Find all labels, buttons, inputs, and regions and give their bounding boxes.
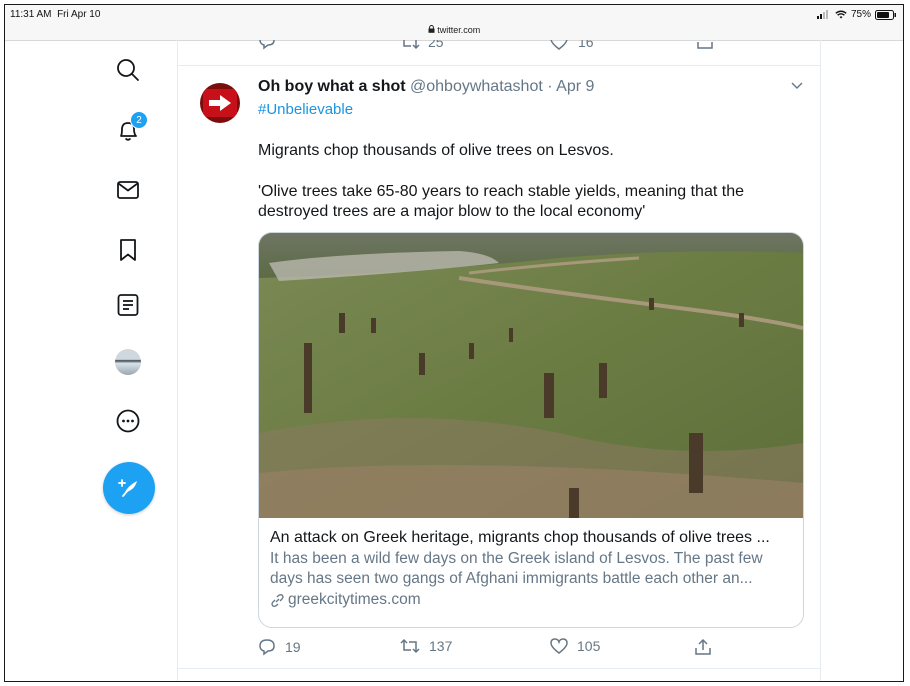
card-description: It has been a wild few days on the Greek… <box>270 549 794 589</box>
battery-icon <box>875 9 896 20</box>
timeline-column: 25 16 Oh boy what a shot @ohboywhatashot… <box>177 40 821 681</box>
wifi-icon <box>835 10 847 19</box>
retweet-button[interactable]: 137 <box>400 638 452 654</box>
link-card[interactable]: An attack on Greek heritage, migrants ch… <box>258 232 804 628</box>
user-handle[interactable]: @ohboywhatashot <box>410 78 543 95</box>
tweet-author-avatar[interactable] <box>200 83 240 123</box>
card-domain-text: greekcitytimes.com <box>288 591 421 608</box>
device-frame: 11:31 AM Fri Apr 10 75% twitter.com 2 25… <box>4 4 904 682</box>
status-time: 11:31 AM Fri Apr 10 <box>10 9 100 20</box>
more-icon[interactable] <box>115 408 141 434</box>
profile-avatar[interactable] <box>115 349 141 375</box>
url-text: twitter.com <box>437 25 481 35</box>
status-indicators: 75% <box>816 9 897 20</box>
separator-dot: · <box>547 78 553 95</box>
status-date: Fri Apr 10 <box>57 9 101 20</box>
tweet-text-line1: Migrants chop thousands of olive trees o… <box>258 142 614 159</box>
url-bar[interactable]: twitter.com <box>5 23 903 41</box>
lists-icon[interactable] <box>115 292 141 318</box>
divider <box>178 65 820 66</box>
retweet-icon <box>403 40 420 50</box>
lock-icon <box>428 25 435 33</box>
hashtag-link[interactable]: #Unbelievable <box>258 101 353 118</box>
reply-icon[interactable] <box>258 40 276 55</box>
heart-icon <box>550 40 568 50</box>
card-title: An attack on Greek heritage, migrants ch… <box>270 529 770 546</box>
card-text: An attack on Greek heritage, migrants ch… <box>270 529 794 609</box>
like-button[interactable]: 105 <box>550 638 600 654</box>
share-button[interactable] <box>694 638 712 656</box>
notification-badge: 2 <box>130 111 148 129</box>
display-name[interactable]: Oh boy what a shot <box>258 78 406 95</box>
battery-percent: 75% <box>850 9 871 20</box>
heart-icon <box>550 638 568 654</box>
share-icon[interactable] <box>696 40 714 55</box>
card-domain: greekcitytimes.com <box>270 591 794 609</box>
clock: 11:31 AM <box>10 9 52 20</box>
tweet-header: Oh boy what a shot @ohboywhatashot · Apr… <box>258 78 594 96</box>
arrow-icon <box>209 95 231 111</box>
like-count: 16 <box>578 40 594 50</box>
messages-icon[interactable] <box>115 177 141 203</box>
divider <box>178 668 820 669</box>
retweet-button-prev[interactable]: 25 <box>400 40 444 50</box>
avatar <box>115 349 141 375</box>
bookmarks-icon[interactable] <box>115 237 141 263</box>
like-count: 105 <box>577 638 601 654</box>
notifications-icon[interactable]: 2 <box>115 111 148 143</box>
tweet-date[interactable]: Apr 9 <box>556 78 594 95</box>
retweet-icon <box>400 638 420 654</box>
retweet-count: 137 <box>429 638 453 654</box>
share-icon <box>695 638 711 655</box>
previous-tweet-actions: 25 16 <box>178 40 820 60</box>
chevron-down-icon[interactable] <box>790 78 804 92</box>
compose-feather-icon <box>118 479 137 497</box>
compose-tweet-button[interactable] <box>103 462 155 514</box>
reply-button[interactable]: 19 <box>258 638 301 656</box>
retweet-count: 25 <box>428 40 444 50</box>
like-button-prev[interactable]: 16 <box>550 40 594 50</box>
cellular-signal-icon <box>816 10 828 19</box>
card-image <box>259 233 803 518</box>
reply-icon <box>259 639 275 656</box>
card-description-line2: days has seen two gangs of Afghani immig… <box>270 570 753 587</box>
tweet-text-line2: 'Olive trees take 65-80 years to reach s… <box>258 183 744 220</box>
link-icon <box>271 593 284 607</box>
tweet-actions: 19 137 105 <box>258 638 798 662</box>
search-icon[interactable] <box>115 57 141 83</box>
reply-count: 19 <box>285 639 301 655</box>
card-description-line1: It has been a wild few days on the Greek… <box>270 550 763 567</box>
